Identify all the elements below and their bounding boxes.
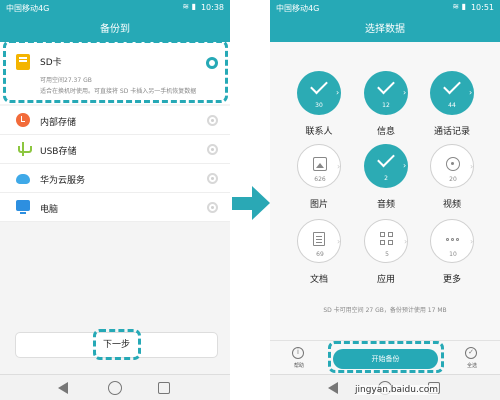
category-label: 图片 [309,200,328,210]
messages-toggle[interactable]: 12 › [364,71,408,115]
category-label: 更多 [442,275,461,285]
item-count: 2 [384,175,388,182]
category-label: 应用 [376,275,395,285]
option-label: 内部存储 [40,118,77,128]
chevron-right-icon: › [403,161,407,170]
images-toggle[interactable]: 626 › [297,144,341,188]
category-messages[interactable]: 12 › 信息 [350,71,420,151]
check-icon [310,76,328,95]
apps-toggle[interactable]: 5 › [364,219,408,263]
item-count: 626 [314,176,326,183]
documents-toggle[interactable]: 69 › [297,219,341,263]
check-icon [377,149,395,168]
info-icon: i [292,347,304,359]
document-icon [313,232,325,246]
radio-unselected-icon[interactable] [207,115,218,126]
category-label: 文档 [309,275,328,285]
wifi-battery-icon: ≋ ▮ [182,2,196,11]
select-all-label: 全选 [466,363,477,369]
screenshot-root: 中国移动4G ≋ ▮ 10:38 备份到 SD卡 可用空间27.37 GB 适合… [0,0,500,400]
category-label: 信息 [376,127,395,137]
computer-icon [16,200,30,214]
help-label: 帮助 [293,363,304,369]
wifi-battery-icon: ≋ ▮ [452,2,466,11]
option-label: 电脑 [40,205,59,215]
item-count: 20 [449,176,457,183]
audio-toggle[interactable]: 2 › [364,144,408,188]
backup-destination-screen: 中国移动4G ≋ ▮ 10:38 备份到 SD卡 可用空间27.37 GB 适合… [0,0,230,400]
radio-unselected-icon[interactable] [207,173,218,184]
recent-apps-icon[interactable] [158,382,170,394]
call-log-toggle[interactable]: 44 › [430,71,474,115]
select-data-screen: 中国移动4G ≋ ▮ 10:51 选择数据 30 › 联系人 12 › 信息 4… [270,0,500,400]
item-count: 44 [448,102,456,109]
back-icon[interactable] [328,382,338,394]
option-label: USB存储 [40,147,77,157]
chevron-right-icon: › [336,88,340,97]
check-icon [377,76,395,95]
more-icon [446,238,460,242]
option-internal-storage[interactable]: 内部存储 [0,106,230,135]
category-label: 视频 [442,200,461,210]
check-circle-icon: ✓ [465,347,477,359]
chevron-right-icon: › [337,162,341,171]
carrier-label: 中国移动4G [6,4,50,13]
chevron-right-icon: › [470,162,474,171]
item-count: 10 [449,251,457,258]
highlight-dashed-box [328,341,444,373]
usb-icon [16,142,32,156]
video-icon [446,157,460,171]
category-images[interactable]: 626 › 图片 [283,144,353,224]
chevron-right-icon: › [470,237,474,246]
item-count: 12 [382,102,390,109]
video-toggle[interactable]: 20 › [430,144,474,188]
option-cloud-service[interactable]: 华为云服务 [0,164,230,193]
category-more[interactable]: 10 › 更多 [416,219,486,299]
home-icon[interactable] [108,381,122,395]
page-title: 选择数据 [270,17,500,42]
image-icon [313,157,327,171]
option-label: 华为云服务 [40,176,86,186]
back-icon[interactable] [58,382,68,394]
apps-icon [380,232,394,246]
check-icon [443,76,461,95]
item-count: 30 [315,102,323,109]
chevron-right-icon: › [403,88,407,97]
highlight-dashed-box [93,329,141,360]
status-bar: 中国移动4G ≋ ▮ 10:51 [270,0,500,17]
category-documents[interactable]: 69 › 文档 [283,219,353,299]
category-apps[interactable]: 5 › 应用 [350,219,420,299]
arrow-right-icon [232,197,254,210]
carrier-label: 中国移动4G [276,4,320,13]
item-count: 69 [316,251,324,258]
clock: 10:38 [200,3,224,12]
item-count: 5 [385,251,389,258]
cloud-icon [16,174,30,184]
category-label: 音频 [376,200,395,210]
clock: 10:51 [470,3,494,12]
category-contacts[interactable]: 30 › 联系人 [283,71,353,151]
contacts-toggle[interactable]: 30 › [297,71,341,115]
page-title: 备份到 [0,17,230,42]
option-computer[interactable]: 电脑 [0,193,230,222]
category-label: 联系人 [305,127,333,137]
storage-summary: SD 卡可用空间 27 GB，备份预计使用 17 MB [323,307,447,314]
more-toggle[interactable]: 10 › [430,219,474,263]
category-call-log[interactable]: 44 › 通话记录 [416,71,486,151]
option-usb-storage[interactable]: USB存储 [0,135,230,164]
chevron-right-icon: › [404,237,408,246]
chevron-right-icon: › [469,88,473,97]
watermark: jingyan.baidu.com [355,385,439,395]
radio-unselected-icon[interactable] [207,144,218,155]
chevron-right-icon: › [337,237,341,246]
category-video[interactable]: 20 › 视频 [416,144,486,224]
radio-unselected-icon[interactable] [207,202,218,213]
status-bar: 中国移动4G ≋ ▮ 10:38 [0,0,230,17]
arrow-head [252,186,270,220]
category-audio[interactable]: 2 › 音频 [350,144,420,224]
highlight-dashed-box [3,40,228,103]
android-nav-bar [0,374,230,400]
internal-storage-icon [16,113,30,127]
category-label: 通话记录 [433,127,470,137]
